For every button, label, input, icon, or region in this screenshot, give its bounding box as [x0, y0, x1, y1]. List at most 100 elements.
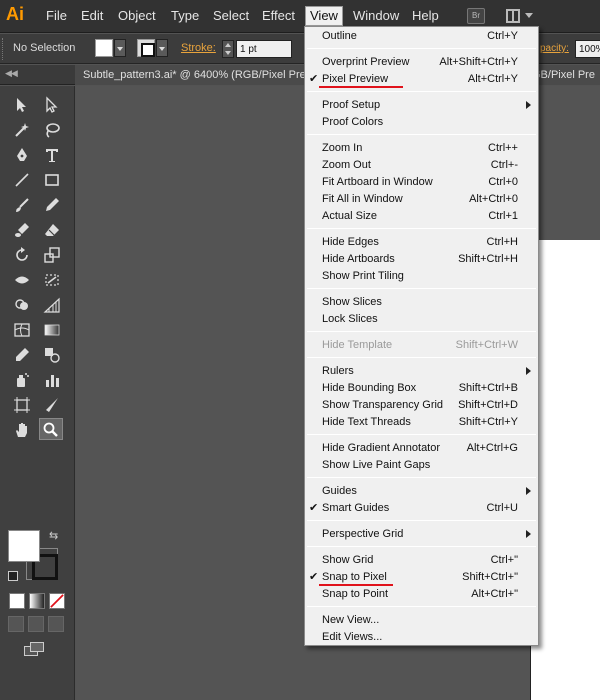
draw-inside-icon[interactable] — [48, 616, 64, 632]
stroke-weight-stepper[interactable] — [222, 40, 234, 58]
artboard-tool-icon[interactable] — [10, 394, 34, 416]
menu-window[interactable]: Window — [349, 8, 403, 26]
menu-item-show-grid[interactable]: Show Grid Ctrl+" — [305, 552, 538, 569]
rectangle-tool-icon[interactable] — [40, 169, 64, 191]
free-transform-tool-icon[interactable] — [40, 269, 64, 291]
draw-normal-icon[interactable] — [8, 616, 24, 632]
menu-item-shortcut: Ctrl+Y — [487, 30, 518, 42]
magic-wand-tool-icon[interactable] — [10, 119, 34, 141]
fill-color-box[interactable] — [8, 530, 40, 562]
change-screen-mode-icon[interactable] — [24, 642, 46, 658]
menu-item-label: Hide Template — [322, 339, 393, 351]
scale-tool-icon[interactable] — [40, 244, 64, 266]
default-fill-stroke-icon[interactable] — [8, 571, 18, 581]
selection-tool-icon[interactable] — [10, 94, 34, 116]
menu-view[interactable]: View — [305, 6, 343, 26]
column-graph-tool-icon[interactable] — [40, 369, 64, 391]
menu-separator — [307, 288, 536, 289]
type-tool-icon[interactable] — [40, 144, 64, 166]
zoom-tool-icon[interactable] — [39, 418, 63, 440]
blob-brush-tool-icon[interactable] — [10, 219, 34, 241]
lasso-tool-icon[interactable] — [40, 119, 64, 141]
slice-tool-icon[interactable] — [40, 394, 64, 416]
bridge-button[interactable]: Br — [467, 8, 485, 24]
menu-item-hide-gradient-annotator[interactable]: Hide Gradient Annotator Alt+Ctrl+G — [305, 440, 538, 457]
paintbrush-tool-icon[interactable] — [10, 194, 34, 216]
menu-select[interactable]: Select — [209, 8, 253, 26]
menu-item-new-view[interactable]: New View... — [305, 612, 538, 629]
hand-tool-icon[interactable] — [10, 419, 34, 441]
menu-item-show-print-tiling[interactable]: Show Print Tiling — [305, 268, 538, 285]
menu-item-hide-text-threads[interactable]: Hide Text Threads Shift+Ctrl+Y — [305, 414, 538, 431]
menu-item-fit-artboard-in-window[interactable]: Fit Artboard in Window Ctrl+0 — [305, 174, 538, 191]
menu-item-edit-views[interactable]: Edit Views... — [305, 629, 538, 646]
stroke-dropdown-button[interactable] — [156, 39, 168, 57]
menu-item-proof-setup[interactable]: Proof Setup — [305, 97, 538, 114]
swap-fill-stroke-icon[interactable]: ⇆ — [49, 529, 58, 542]
menu-edit[interactable]: Edit — [77, 8, 107, 26]
line-segment-tool-icon[interactable] — [10, 169, 34, 191]
blend-tool-icon[interactable] — [40, 344, 64, 366]
menu-item-overprint-preview[interactable]: Overprint Preview Alt+Shift+Ctrl+Y — [305, 54, 538, 71]
menu-item-show-slices[interactable]: Show Slices — [305, 294, 538, 311]
menu-item-actual-size[interactable]: Actual Size Ctrl+1 — [305, 208, 538, 225]
menu-item-rulers[interactable]: Rulers — [305, 363, 538, 380]
menu-object[interactable]: Object — [114, 8, 160, 26]
menu-item-smart-guides[interactable]: ✔ Smart Guides Ctrl+U — [305, 500, 538, 517]
menu-file[interactable]: File — [42, 8, 71, 26]
pen-tool-icon[interactable] — [10, 144, 34, 166]
eyedropper-tool-icon[interactable] — [10, 344, 34, 366]
width-tool-icon[interactable] — [10, 269, 34, 291]
menu-item-hide-edges[interactable]: Hide Edges Ctrl+H — [305, 234, 538, 251]
perspective-grid-tool-icon[interactable] — [40, 294, 64, 316]
gradient-mode-button[interactable] — [29, 593, 45, 609]
menu-item-hide-bounding-box[interactable]: Hide Bounding Box Shift+Ctrl+B — [305, 380, 538, 397]
menu-separator — [307, 228, 536, 229]
mesh-tool-icon[interactable] — [10, 319, 34, 341]
menu-item-fit-all-in-window[interactable]: Fit All in Window Alt+Ctrl+0 — [305, 191, 538, 208]
stroke-weight-input[interactable] — [236, 40, 292, 58]
menu-item-snap-to-pixel[interactable]: ✔ Snap to Pixel Shift+Ctrl+" — [305, 569, 538, 586]
direct-selection-tool-icon[interactable] — [40, 94, 64, 116]
fill-color-swatch[interactable] — [95, 39, 113, 57]
gradient-tool-icon[interactable] — [40, 319, 64, 341]
stroke-color-swatch[interactable] — [137, 39, 155, 57]
shape-builder-tool-icon[interactable] — [10, 294, 34, 316]
document-tab[interactable]: Subtle_pattern3.ai* @ 6400% (RGB/Pixel P… — [75, 65, 331, 85]
stroke-label[interactable]: Stroke: — [181, 42, 216, 54]
opacity-label[interactable]: pacity: — [540, 43, 569, 54]
artboard[interactable] — [530, 240, 600, 700]
menu-item-snap-to-point[interactable]: Snap to Point Alt+Ctrl+" — [305, 586, 538, 603]
eraser-tool-icon[interactable] — [40, 219, 64, 241]
document-tab-second[interactable]: GB/Pixel Pre — [530, 65, 600, 85]
highlight-underline — [319, 86, 403, 88]
menu-effect[interactable]: Effect — [258, 8, 299, 26]
none-mode-button[interactable] — [49, 593, 65, 609]
menu-item-guides[interactable]: Guides — [305, 483, 538, 500]
menu-item-lock-slices[interactable]: Lock Slices — [305, 311, 538, 328]
menu-item-zoom-in[interactable]: Zoom In Ctrl++ — [305, 140, 538, 157]
color-mode-button[interactable] — [9, 593, 25, 609]
menu-item-outline[interactable]: Outline Ctrl+Y — [305, 28, 538, 45]
menu-help[interactable]: Help — [408, 8, 443, 26]
menu-item-pixel-preview[interactable]: ✔ Pixel Preview Alt+Ctrl+Y — [305, 71, 538, 88]
fill-dropdown-button[interactable] — [114, 39, 126, 57]
menu-item-zoom-out[interactable]: Zoom Out Ctrl+- — [305, 157, 538, 174]
menu-item-shortcut: Alt+Ctrl+Y — [467, 73, 518, 85]
opacity-input[interactable] — [575, 40, 600, 58]
collapse-panel-icon[interactable]: ◀◀ — [5, 68, 18, 79]
menu-type[interactable]: Type — [167, 8, 203, 26]
menu-item-proof-colors[interactable]: Proof Colors — [305, 114, 538, 131]
submenu-arrow-icon — [526, 367, 531, 375]
pencil-tool-icon[interactable] — [40, 194, 64, 216]
symbol-sprayer-tool-icon[interactable] — [10, 369, 34, 391]
menu-item-label: Edit Views... — [322, 631, 383, 643]
rotate-tool-icon[interactable] — [10, 244, 34, 266]
menu-item-show-transparency-grid[interactable]: Show Transparency Grid Shift+Ctrl+D — [305, 397, 538, 414]
panel-grip[interactable] — [2, 38, 6, 60]
menu-item-show-live-paint-gaps[interactable]: Show Live Paint Gaps — [305, 457, 538, 474]
draw-behind-icon[interactable] — [28, 616, 44, 632]
menu-item-perspective-grid[interactable]: Perspective Grid — [305, 526, 538, 543]
menu-item-hide-artboards[interactable]: Hide Artboards Shift+Ctrl+H — [305, 251, 538, 268]
arrange-documents-button[interactable] — [503, 7, 537, 25]
